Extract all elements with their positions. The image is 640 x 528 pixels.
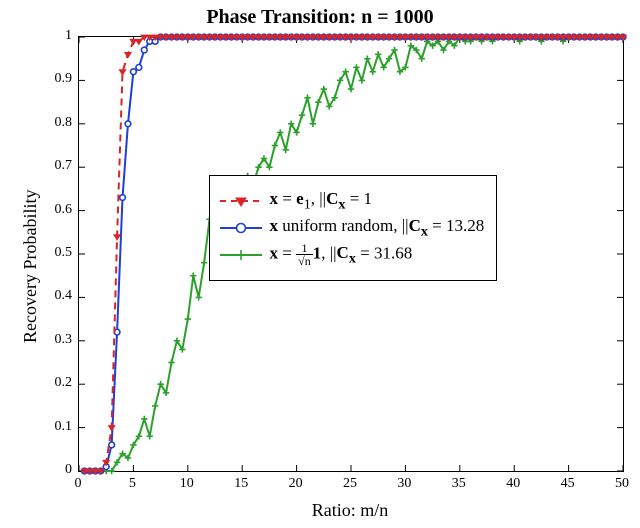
- legend: x = e1, ||Cx = 1 x uniform random, ||Cx =…: [209, 175, 498, 281]
- chart-container: Phase Transition: n = 1000 Recovery Prob…: [0, 0, 640, 528]
- y-tick-label: 0.9: [44, 71, 72, 87]
- x-tick-label: 0: [75, 476, 82, 492]
- x-tick-label: 5: [129, 476, 136, 492]
- y-tick-label: 0.6: [44, 202, 72, 218]
- legend-entry: x = e1, ||Cx = 1: [220, 189, 485, 213]
- y-tick-label: 0.4: [44, 288, 72, 304]
- x-tick-label: 25: [343, 476, 357, 492]
- x-tick-label: 50: [615, 476, 629, 492]
- x-tick-label: 15: [234, 476, 248, 492]
- legend-entry: x uniform random, ||Cx = 13.28: [220, 216, 485, 240]
- y-tick-label: 0.3: [44, 332, 72, 348]
- legend-label: x uniform random, ||Cx = 13.28: [270, 216, 485, 240]
- x-tick-label: 10: [180, 476, 194, 492]
- y-tick-label: 0.1: [44, 419, 72, 435]
- y-tick-label: 1: [44, 28, 72, 44]
- y-tick-label: 0.5: [44, 245, 72, 261]
- y-tick-label: 0: [44, 462, 72, 478]
- y-tick-label: 0.8: [44, 115, 72, 131]
- x-tick-label: 35: [452, 476, 466, 492]
- legend-entry: x = 1√n1, ||Cx = 31.68: [220, 243, 485, 267]
- y-tick-label: 0.2: [44, 375, 72, 391]
- legend-label: x = e1, ||Cx = 1: [270, 189, 372, 213]
- x-tick-label: 30: [397, 476, 411, 492]
- y-tick-label: 0.7: [44, 158, 72, 174]
- x-tick-label: 40: [506, 476, 520, 492]
- chart-title: Phase Transition: n = 1000: [0, 6, 640, 29]
- y-axis-label: Recovery Probability: [20, 190, 41, 343]
- legend-label: x = 1√n1, ||Cx = 31.68: [270, 242, 413, 268]
- x-axis-label: Ratio: m/n: [78, 500, 622, 521]
- x-tick-label: 45: [561, 476, 575, 492]
- x-tick-label: 20: [289, 476, 303, 492]
